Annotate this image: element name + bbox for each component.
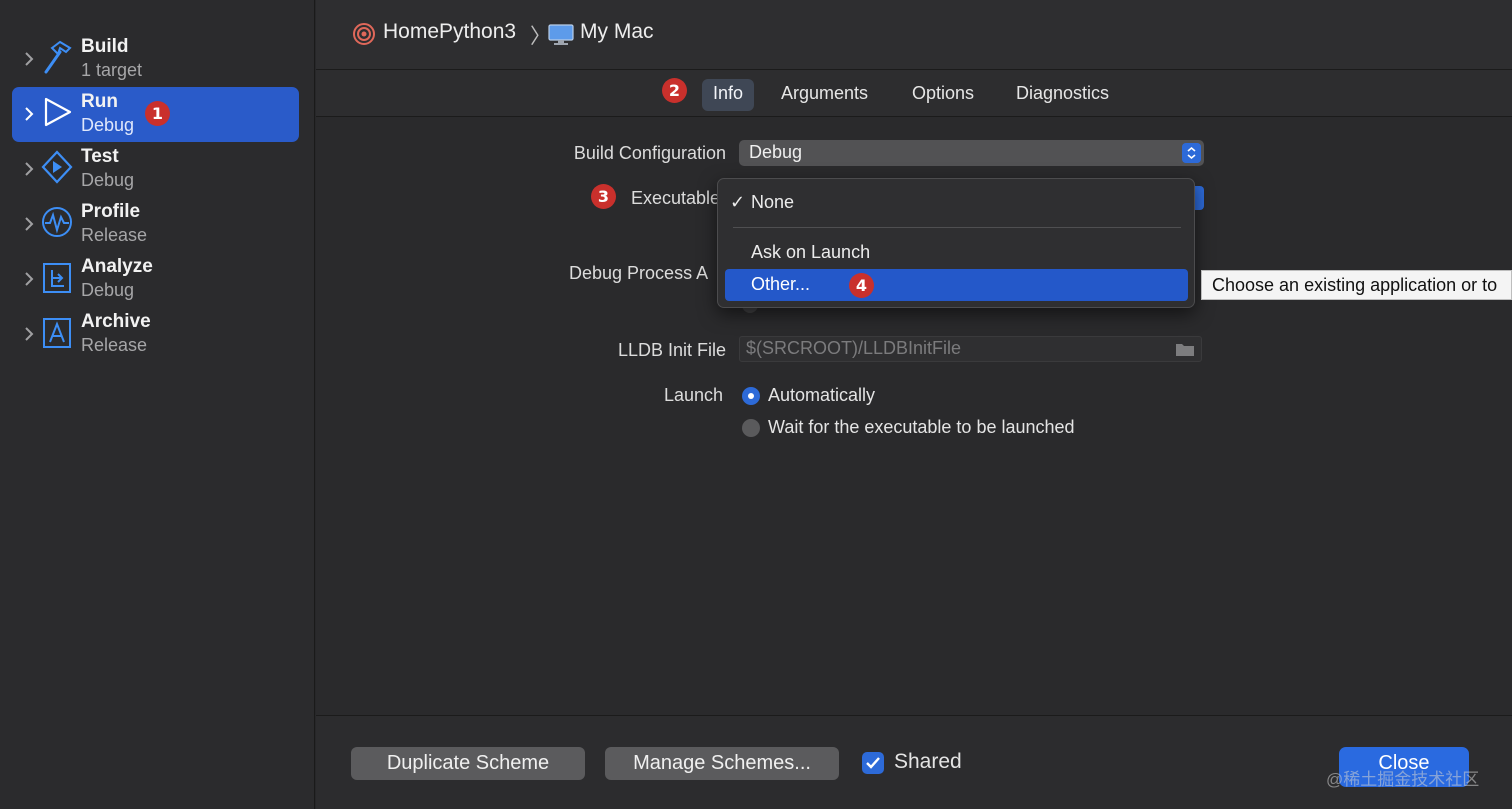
sidebar-item-subtitle: Debug — [81, 115, 135, 135]
waveform-icon — [42, 207, 72, 237]
watermark: @稀土掘金技术社区 — [1326, 770, 1480, 789]
debug-process-label: Debug Process A — [569, 263, 709, 283]
chevron-right-icon[interactable] — [22, 270, 36, 288]
build-configuration-label: Build Configuration — [573, 143, 726, 163]
sidebar-item-profile[interactable]: Profile Release — [12, 197, 299, 252]
sidebar-item-title: Test — [81, 146, 119, 167]
target-icon — [353, 23, 375, 45]
tab-arguments[interactable]: Arguments — [770, 79, 879, 111]
sidebar-item-title: Analyze — [81, 256, 153, 277]
launch-label: Launch — [663, 385, 723, 405]
step-badge: 4 — [849, 273, 874, 298]
chevron-right-icon[interactable] — [22, 325, 36, 343]
step-badge: 1 — [145, 101, 170, 126]
menu-item-ask-on-launch[interactable]: Ask on Launch — [751, 242, 870, 263]
sidebar-item-subtitle: Release — [81, 225, 148, 245]
scheme-editor-panel: HomePython3 〉 My Mac 2 Info Arguments Op… — [316, 0, 1512, 809]
test-diamond-icon — [41, 150, 73, 184]
scheme-breadcrumb-bar: HomePython3 〉 My Mac — [316, 0, 1512, 70]
sidebar-item-build[interactable]: Build 1 target — [12, 32, 299, 87]
launch-automatically-label[interactable]: Automatically — [768, 385, 875, 406]
hammer-icon — [44, 40, 72, 74]
play-icon — [44, 97, 72, 127]
sidebar-item-run[interactable]: Run Debug 1 — [12, 87, 299, 142]
step-badge: 3 — [591, 184, 616, 209]
shared-checkbox[interactable] — [862, 752, 884, 774]
lldb-init-file-field[interactable]: $(SRCROOT)/LLDBInitFile — [739, 336, 1202, 362]
executable-dropdown-menu: ✓ None Ask on Launch Other... 4 — [717, 178, 1195, 308]
tab-info[interactable]: Info — [702, 79, 755, 111]
sidebar-item-subtitle: Release — [81, 335, 148, 355]
checkmark-icon — [866, 757, 880, 769]
tooltip: Choose an existing application or to — [1201, 270, 1512, 300]
scheme-action-sidebar: Build 1 target Run Debug 1 Test Debug Pr… — [0, 0, 315, 809]
analyze-icon — [43, 263, 71, 293]
menu-item-none[interactable]: None — [751, 192, 794, 213]
tab-diagnostics[interactable]: Diagnostics — [1005, 79, 1120, 111]
sidebar-item-analyze[interactable]: Analyze Debug — [12, 252, 299, 307]
launch-automatically-radio[interactable] — [742, 387, 760, 405]
sidebar-item-subtitle: Debug — [81, 170, 135, 190]
chevron-right-icon[interactable] — [22, 160, 36, 178]
footer-bar: Duplicate Scheme Manage Schemes... Share… — [316, 715, 1512, 809]
menu-separator — [733, 227, 1181, 228]
scheme-name[interactable]: HomePython3 — [383, 20, 516, 44]
launch-wait-radio[interactable] — [742, 419, 760, 437]
build-configuration-popup[interactable]: Debug — [739, 140, 1204, 166]
tab-options[interactable]: Options — [901, 79, 985, 111]
build-configuration-value: Debug — [749, 142, 803, 162]
sidebar-item-subtitle: 1 target — [81, 60, 143, 80]
run-destination[interactable]: My Mac — [580, 20, 654, 44]
archive-app-icon — [43, 318, 71, 348]
menu-item-other-label: Other... — [751, 274, 811, 294]
menu-item-other[interactable]: Other... 4 — [725, 269, 1188, 301]
sidebar-item-subtitle: Debug — [81, 280, 135, 300]
shared-label[interactable]: Shared — [894, 750, 962, 774]
step-badge: 2 — [662, 78, 687, 103]
sidebar-item-title: Run — [81, 91, 118, 112]
sidebar-item-archive[interactable]: Archive Release — [12, 307, 299, 362]
chevron-right-icon[interactable] — [22, 215, 36, 233]
sidebar-item-title: Archive — [81, 311, 151, 332]
executable-label: Executable — [631, 188, 721, 208]
sidebar-item-title: Build — [81, 36, 129, 57]
launch-wait-label[interactable]: Wait for the executable to be launched — [768, 417, 1075, 438]
mac-display-icon — [548, 24, 574, 45]
lldb-init-file-placeholder: $(SRCROOT)/LLDBInitFile — [746, 338, 962, 358]
updown-chevron-icon — [1182, 143, 1201, 163]
chevron-right-icon[interactable] — [22, 105, 36, 123]
sidebar-item-title: Profile — [81, 201, 141, 222]
duplicate-scheme-button[interactable]: Duplicate Scheme — [351, 747, 585, 780]
chevron-right-icon[interactable] — [22, 50, 36, 68]
tab-bar: 2 Info Arguments Options Diagnostics — [316, 70, 1512, 117]
folder-icon[interactable] — [1175, 341, 1195, 357]
checkmark-icon: ✓ — [730, 192, 746, 212]
lldb-init-file-label: LLDB Init File — [617, 340, 726, 360]
manage-schemes-button[interactable]: Manage Schemes... — [605, 747, 839, 780]
sidebar-item-test[interactable]: Test Debug — [12, 142, 299, 197]
